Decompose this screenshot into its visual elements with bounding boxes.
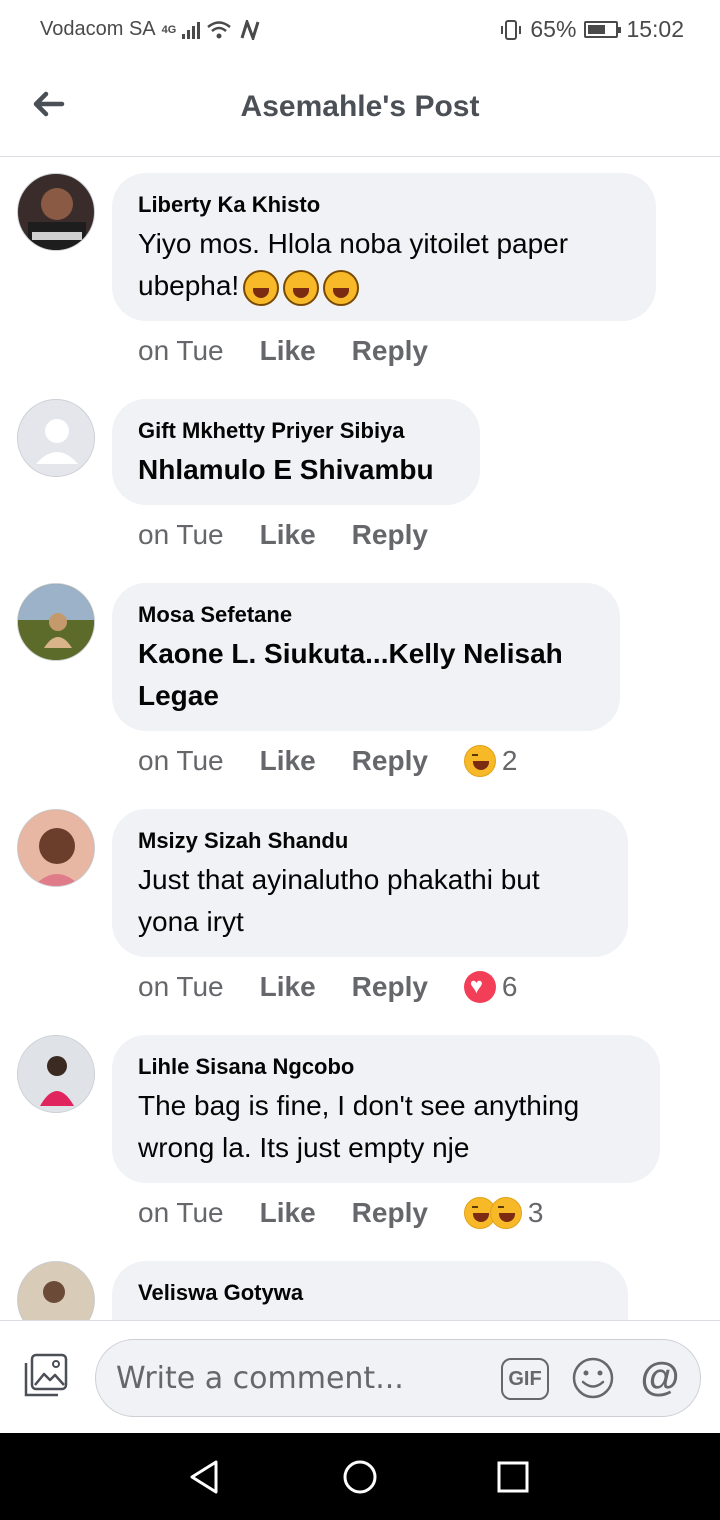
like-button[interactable]: Like bbox=[260, 1197, 316, 1229]
avatar[interactable] bbox=[17, 1261, 95, 1320]
reaction-summary[interactable]: 2 bbox=[463, 745, 518, 777]
carrier-label: Vodacom SA bbox=[40, 18, 156, 40]
emoji-smiley-icon[interactable] bbox=[571, 1356, 615, 1400]
like-button[interactable]: Like bbox=[260, 519, 316, 551]
care-reaction-icon bbox=[489, 1197, 522, 1229]
comment-time[interactable]: on Tue bbox=[138, 971, 224, 1003]
commenter-name[interactable]: Liberty Ka Khisto bbox=[138, 191, 630, 219]
commenter-name[interactable]: Msizy Sizah Shandu bbox=[138, 827, 602, 855]
signal-icon bbox=[182, 21, 201, 39]
mention-button[interactable]: @ bbox=[636, 1354, 684, 1402]
avatar[interactable] bbox=[17, 809, 95, 887]
tears-of-joy-emoji-icon bbox=[243, 269, 280, 306]
reaction-count: 3 bbox=[527, 1197, 544, 1228]
commenter-name[interactable]: Lihle Sisana Ngcobo bbox=[138, 1053, 634, 1081]
recents-square-icon[interactable] bbox=[494, 1458, 532, 1496]
avatar[interactable] bbox=[17, 583, 95, 661]
wifi-icon bbox=[207, 20, 232, 38]
like-button[interactable]: Like bbox=[260, 745, 316, 777]
haha-reaction-icon bbox=[463, 745, 496, 777]
status-bar: Vodacom SA 4G 65% 15:02 bbox=[0, 0, 720, 62]
reply-button[interactable]: Reply bbox=[352, 745, 428, 777]
nfc-icon bbox=[240, 19, 260, 40]
home-circle-icon[interactable] bbox=[341, 1458, 379, 1496]
comment-actions: on Tue Like Reply bbox=[138, 335, 464, 367]
photo-icon[interactable] bbox=[22, 1353, 70, 1399]
vibrate-icon bbox=[501, 19, 522, 40]
reaction-count: 6 bbox=[501, 971, 518, 1002]
comment-time[interactable]: on Tue bbox=[138, 745, 224, 777]
reaction-count: 2 bbox=[501, 745, 518, 776]
comment-actions: on Tue Like Reply bbox=[138, 519, 464, 551]
comment-text: The bag is fine, I don't see anything wr… bbox=[138, 1090, 580, 1163]
clock: 15:02 bbox=[626, 16, 684, 42]
reply-button[interactable]: Reply bbox=[352, 519, 428, 551]
rolling-on-floor-laughing-emoji-icon bbox=[323, 269, 360, 306]
like-button[interactable]: Like bbox=[260, 971, 316, 1003]
commenter-name[interactable]: Veliswa Gotywa bbox=[138, 1279, 602, 1307]
comment-time[interactable]: on Tue bbox=[138, 519, 224, 551]
system-nav-bar bbox=[0, 1433, 720, 1520]
comment-actions: on Tue Like Reply 3 bbox=[138, 1197, 544, 1229]
tears-of-joy-emoji-icon bbox=[283, 269, 320, 306]
reaction-summary[interactable]: 6 bbox=[463, 971, 518, 1003]
comment-bubble[interactable]: Msizy Sizah Shandu Just that ayinalutho … bbox=[112, 809, 628, 957]
comment-text: Yiyo mos. Hlola noba yitoilet paper ubep… bbox=[138, 223, 630, 307]
comment-bubble[interactable]: Mosa Sefetane Kaone L. Siukuta...Kelly N… bbox=[112, 583, 620, 731]
comment-bubble[interactable]: Veliswa Gotywa bbox=[112, 1261, 628, 1320]
comment-time[interactable]: on Tue bbox=[138, 335, 224, 367]
comment-actions: on Tue Like Reply 2 bbox=[138, 745, 518, 777]
comments-list[interactable]: Liberty Ka Khisto Yiyo mos. Hlola noba y… bbox=[0, 157, 720, 1320]
reaction-summary[interactable]: 3 bbox=[463, 1197, 544, 1229]
battery-icon bbox=[584, 21, 622, 38]
back-triangle-icon[interactable] bbox=[186, 1458, 224, 1496]
comment-text[interactable]: Kaone L. Siukuta...Kelly Nelisah Legae bbox=[138, 633, 594, 717]
comment-time[interactable]: on Tue bbox=[138, 1197, 224, 1229]
gif-button[interactable]: GIF bbox=[501, 1358, 549, 1400]
reply-button[interactable]: Reply bbox=[352, 1197, 428, 1229]
network-type-label: 4G bbox=[161, 23, 177, 36]
comment-bubble[interactable]: Lihle Sisana Ngcobo The bag is fine, I d… bbox=[112, 1035, 660, 1183]
avatar[interactable] bbox=[17, 173, 95, 251]
love-reaction-icon bbox=[463, 971, 496, 1003]
comment-text: Just that ayinalutho phakathi but yona i… bbox=[138, 864, 540, 937]
battery-percent: 65% bbox=[530, 16, 577, 42]
reply-button[interactable]: Reply bbox=[352, 335, 428, 367]
avatar[interactable] bbox=[17, 399, 95, 477]
comment-actions: on Tue Like Reply 6 bbox=[138, 971, 518, 1003]
comment-text[interactable]: Nhlamulo E Shivambu bbox=[138, 449, 454, 491]
comment-input[interactable] bbox=[116, 1358, 476, 1398]
comment-bubble[interactable]: Liberty Ka Khisto Yiyo mos. Hlola noba y… bbox=[112, 173, 656, 321]
comment-composer: GIF @ bbox=[0, 1320, 720, 1433]
commenter-name[interactable]: Mosa Sefetane bbox=[138, 601, 594, 629]
reply-button[interactable]: Reply bbox=[352, 971, 428, 1003]
commenter-name[interactable]: Gift Mkhetty Priyer Sibiya bbox=[138, 417, 454, 445]
page-title: Asemahle's Post bbox=[240, 90, 480, 123]
like-button[interactable]: Like bbox=[260, 335, 316, 367]
comment-input-container[interactable]: GIF @ bbox=[95, 1339, 701, 1417]
avatar[interactable] bbox=[17, 1035, 95, 1113]
comment-bubble[interactable]: Gift Mkhetty Priyer Sibiya Nhlamulo E Sh… bbox=[112, 399, 480, 505]
post-header: Asemahle's Post bbox=[0, 62, 720, 157]
